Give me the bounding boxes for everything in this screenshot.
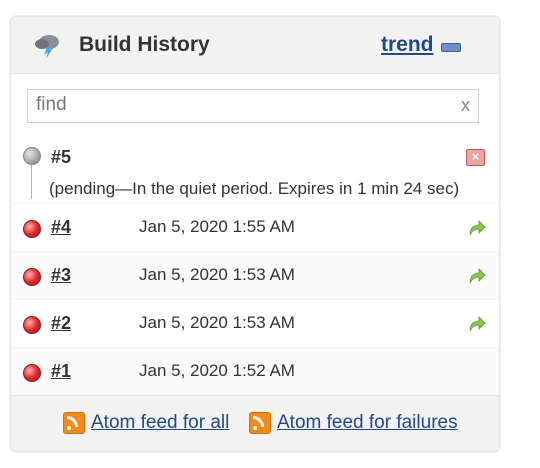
pending-build-number: #5	[51, 147, 72, 167]
pending-message: (pending—In the quiet period. Expires in…	[49, 179, 460, 198]
timeline-stem	[31, 165, 32, 199]
build-number-link[interactable]: #4	[51, 217, 71, 238]
build-date: Jan 5, 2020 1:53 AM	[139, 265, 295, 284]
build-row: #4 Jan 5, 2020 1:55 AM	[11, 203, 499, 251]
failed-status-icon	[23, 268, 41, 286]
atom-feed-all-link[interactable]: Atom feed for all	[63, 412, 229, 434]
rss-feed-icon	[249, 412, 271, 434]
build-date: Jan 5, 2020 1:52 AM	[139, 361, 295, 380]
search-box: x	[27, 89, 479, 123]
rebuild-arrow-icon[interactable]	[467, 218, 487, 238]
pending-build-entry: #5 × (pending—In the quiet period. Expir…	[11, 137, 499, 203]
cancel-build-icon[interactable]: ×	[466, 149, 485, 166]
weather-cloud-icon	[35, 35, 59, 59]
atom-feed-failures-label[interactable]: Atom feed for failures	[277, 412, 458, 434]
build-number-link[interactable]: #2	[51, 313, 71, 334]
failed-status-icon	[23, 316, 41, 334]
rss-feed-icon	[63, 412, 85, 434]
build-date: Jan 5, 2020 1:55 AM	[139, 217, 295, 236]
rebuild-arrow-icon[interactable]	[467, 314, 487, 334]
pending-status-icon	[23, 147, 41, 165]
atom-feed-failures-link[interactable]: Atom feed for failures	[249, 412, 458, 434]
panel-header: Build History trend	[11, 17, 499, 74]
failed-status-icon	[23, 220, 41, 238]
build-number-link[interactable]: #3	[51, 265, 71, 286]
panel-footer: Atom feed for all Atom feed for failures	[11, 395, 499, 451]
trend-link[interactable]: trend	[381, 33, 434, 57]
build-row: #3 Jan 5, 2020 1:53 AM	[11, 251, 499, 299]
build-row: #2 Jan 5, 2020 1:53 AM	[11, 299, 499, 347]
build-history-panel: Build History trend x #5 × (pending—In t…	[10, 16, 500, 452]
build-date: Jan 5, 2020 1:53 AM	[139, 313, 295, 332]
search-input[interactable]	[28, 90, 456, 120]
build-number-link[interactable]: #1	[51, 361, 71, 382]
rebuild-arrow-icon[interactable]	[467, 266, 487, 286]
panel-title: Build History	[79, 33, 210, 56]
atom-feed-all-label[interactable]: Atom feed for all	[91, 412, 229, 434]
clear-search-icon[interactable]: x	[461, 95, 470, 116]
build-row: #1 Jan 5, 2020 1:52 AM	[11, 347, 499, 395]
collapse-icon[interactable]	[441, 43, 461, 52]
failed-status-icon	[23, 364, 41, 382]
